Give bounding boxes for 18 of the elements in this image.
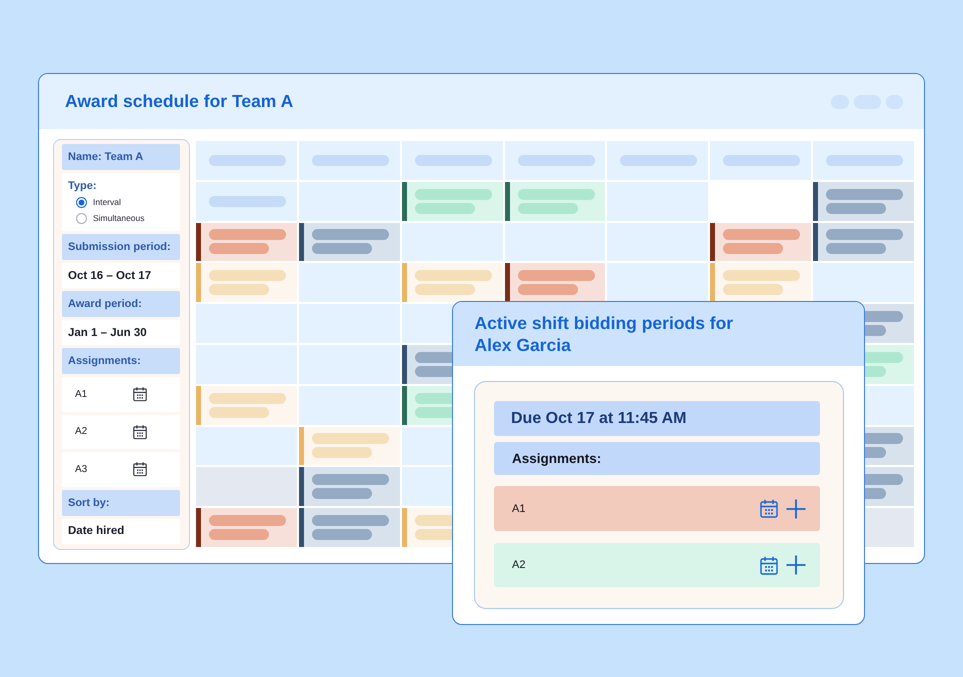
assignment-label: A2	[75, 426, 88, 438]
section-heading: Name: Team A	[62, 144, 180, 170]
popup-title: Active shift bidding periods for Alex Garcia	[474, 312, 734, 356]
window-title: Award schedule for Team A	[65, 91, 294, 112]
setting-value: Date hired	[62, 518, 180, 544]
assignment-label: A3	[75, 464, 88, 475]
assignments-heading: Assignments:	[494, 442, 820, 475]
section-heading: Assignments:	[62, 348, 180, 374]
assignment-label: A2	[512, 559, 526, 571]
setting-value: Jan 1 – Jun 30	[62, 320, 180, 345]
assignment-label: A1	[75, 388, 88, 400]
due-date-banner: Due Oct 17 at 11:45 AM	[494, 401, 820, 436]
assignment-label: A1	[512, 502, 526, 514]
section-heading: Submission period:	[62, 234, 180, 260]
setting-value: Oct 16 – Oct 17	[62, 263, 180, 288]
type-label: Type:	[68, 179, 97, 193]
section-heading: Sort by:	[62, 490, 180, 516]
section-heading: Award period:	[62, 291, 180, 317]
